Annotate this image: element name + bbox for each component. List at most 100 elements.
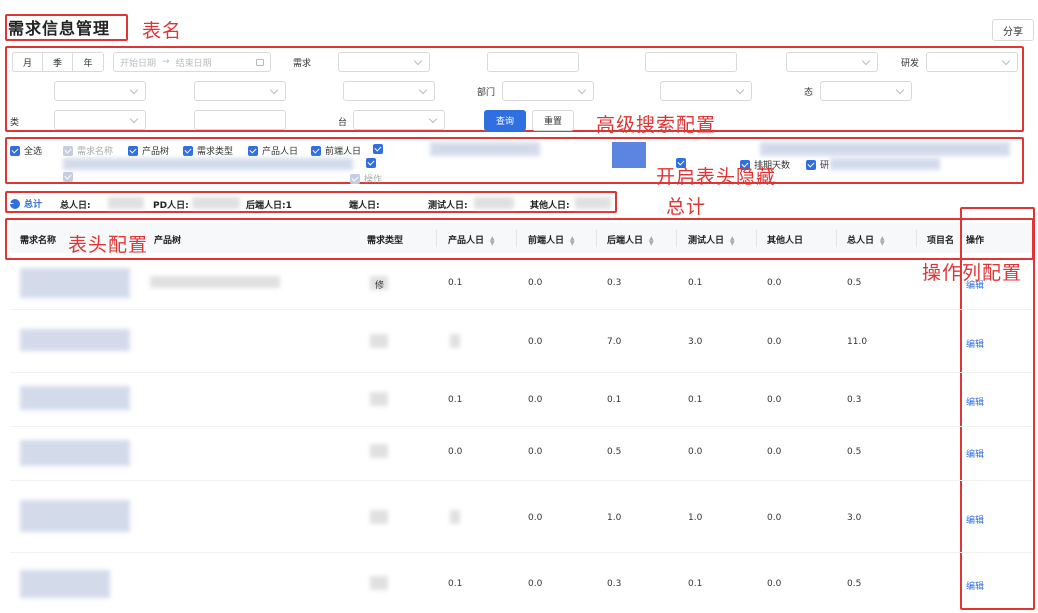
- checkbox-icon: [63, 145, 73, 156]
- cell-total-days: 0.5: [847, 447, 862, 457]
- edit-link[interactable]: 编辑: [966, 278, 984, 291]
- cell-pd-days: 0.1: [448, 395, 463, 405]
- edit-link[interactable]: 编辑: [966, 579, 984, 592]
- sort-icon[interactable]: ▲ ▼: [730, 235, 735, 246]
- annotation-header-config: 表头配置: [68, 234, 149, 256]
- annotation-box-title: [5, 14, 128, 41]
- share-button[interactable]: 分享: [992, 19, 1034, 41]
- sort-icon[interactable]: ▲ ▼: [649, 235, 654, 246]
- rd-select[interactable]: [926, 52, 1018, 72]
- redacted-demand-type: [370, 576, 388, 590]
- column-divider: [836, 229, 837, 247]
- column-toggle-action: 操作: [350, 172, 382, 185]
- column-header-demand-type[interactable]: 需求类型: [367, 233, 403, 246]
- redacted-block: [192, 197, 240, 209]
- dept-select[interactable]: [502, 81, 594, 101]
- reset-button[interactable]: 重置: [532, 110, 574, 131]
- filter-input-1[interactable]: [487, 52, 579, 72]
- select-all-checkbox[interactable]: 全选: [10, 144, 42, 157]
- filter-select-3[interactable]: [786, 52, 878, 72]
- column-header-be-days[interactable]: 后端人日 ▲ ▼: [607, 233, 654, 246]
- redacted-demand-name: [20, 500, 130, 532]
- start-date-input[interactable]: 开始日期: [120, 56, 156, 69]
- column-toggle-row2-a[interactable]: [366, 158, 376, 168]
- cell-other-days: 0.0: [767, 337, 782, 347]
- status-label: 态: [804, 88, 814, 98]
- column-header-product-tree[interactable]: 产品树: [154, 233, 181, 246]
- column-divider: [676, 229, 677, 247]
- redacted-block: [63, 158, 353, 170]
- column-header-other-days[interactable]: 其他人日: [767, 233, 803, 246]
- cell-qa-days: 0.1: [688, 579, 703, 589]
- date-range-picker[interactable]: 开始日期 → 结束日期: [113, 52, 271, 72]
- column-header-pd-days[interactable]: 产品人日 ▲ ▼: [448, 233, 495, 246]
- edit-link[interactable]: 编辑: [966, 513, 984, 526]
- filter-select-8[interactable]: [54, 110, 146, 130]
- filter-select-6[interactable]: [343, 81, 435, 101]
- filter-input-2[interactable]: [645, 52, 737, 72]
- tab-quarter[interactable]: 季: [43, 53, 73, 71]
- redacted-demand-name: [20, 329, 130, 351]
- sort-icon[interactable]: ▲ ▼: [490, 235, 495, 246]
- column-divider: [436, 229, 437, 247]
- checkbox-icon: [806, 159, 816, 170]
- cell-qa-days: 1.0: [688, 513, 703, 523]
- column-toggle-demand-type[interactable]: 需求类型: [183, 144, 233, 157]
- annotation-total: 总计: [666, 196, 707, 218]
- column-divider: [756, 229, 757, 247]
- edit-link[interactable]: 编辑: [966, 447, 984, 460]
- redacted-demand-name: [20, 386, 130, 410]
- tab-month[interactable]: 月: [13, 53, 43, 71]
- filter-input-9[interactable]: [194, 110, 286, 130]
- column-toggle-rd[interactable]: 研: [806, 158, 829, 171]
- filter-select-7[interactable]: [660, 81, 752, 101]
- column-header-project-name[interactable]: 项目名: [927, 233, 954, 246]
- column-toggle-hidden[interactable]: [373, 144, 383, 154]
- sort-icon[interactable]: ▲ ▼: [570, 235, 575, 246]
- checkbox-icon: [373, 144, 383, 154]
- query-button[interactable]: 查询: [484, 110, 526, 131]
- filter-select-5[interactable]: [194, 81, 286, 101]
- column-toggle-pd-days[interactable]: 产品人日: [248, 144, 298, 157]
- demand-select[interactable]: [338, 52, 430, 72]
- cell-be-days: 1.0: [607, 513, 622, 523]
- row-divider: [10, 426, 1032, 427]
- redacted-block: [830, 158, 940, 170]
- sort-icon[interactable]: ▲ ▼: [880, 235, 885, 246]
- cell-qa-days: 0.0: [688, 447, 703, 457]
- summary-fe-days: 端人日:: [349, 201, 380, 211]
- column-header-fe-days[interactable]: 前端人日 ▲ ▼: [528, 233, 575, 246]
- redacted-block: [108, 197, 144, 209]
- redacted-demand-name: [20, 268, 130, 298]
- column-toggle-product-tree[interactable]: 产品树: [128, 144, 169, 157]
- end-date-input[interactable]: 结束日期: [176, 56, 212, 69]
- tab-year[interactable]: 年: [73, 53, 103, 71]
- annotation-table-name: 表名: [142, 20, 183, 42]
- column-header-total-days[interactable]: 总人日 ▲ ▼: [847, 233, 885, 246]
- column-header-name[interactable]: 需求名称: [20, 233, 56, 246]
- checkbox-icon: [63, 172, 73, 182]
- checkbox-icon: [311, 145, 321, 156]
- edit-link[interactable]: 编辑: [966, 395, 984, 408]
- cell-other-days: 0.0: [767, 579, 782, 589]
- cell-total-days: 0.5: [847, 278, 862, 288]
- cell-fe-days: 0.0: [528, 337, 543, 347]
- filter-select-4[interactable]: [54, 81, 146, 101]
- column-toggle-fe-days[interactable]: 前端人日: [311, 144, 361, 157]
- column-header-qa-days[interactable]: 测试人日 ▲ ▼: [688, 233, 735, 246]
- cell-pd-days: 0.0: [448, 447, 463, 457]
- summary-other-days: 其他人日:: [530, 201, 570, 211]
- cell-be-days: 0.1: [607, 395, 622, 405]
- annotation-header-hide: 开启表头隐藏: [656, 166, 777, 188]
- edit-link[interactable]: 编辑: [966, 337, 984, 350]
- redacted-demand-name: [20, 570, 110, 598]
- calendar-icon: [256, 58, 264, 66]
- redacted-demand-name: [20, 440, 130, 466]
- cell-other-days: 0.0: [767, 395, 782, 405]
- arrow-icon: →: [162, 57, 170, 67]
- status-select[interactable]: [820, 81, 912, 101]
- cell-qa-days: 3.0: [688, 337, 703, 347]
- pie-chart-icon: [10, 198, 20, 209]
- platform-select[interactable]: [353, 110, 445, 130]
- cell-qa-days: 0.1: [688, 395, 703, 405]
